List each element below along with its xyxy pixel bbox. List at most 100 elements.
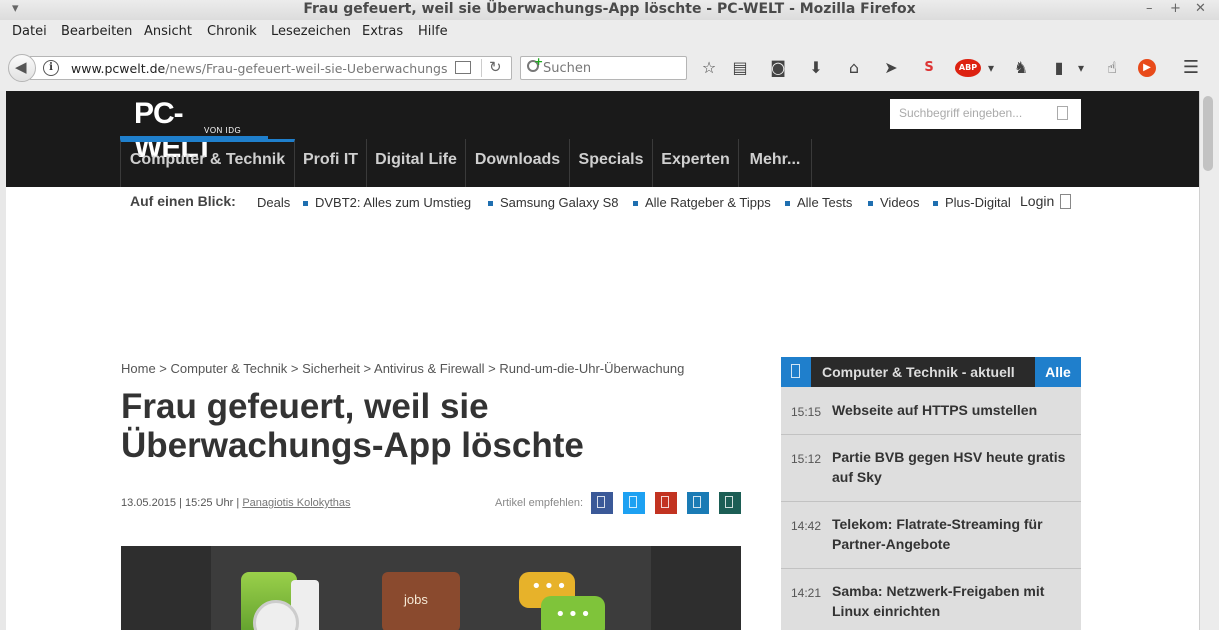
share-twitter-button[interactable] bbox=[623, 492, 645, 514]
share-xing-button[interactable] bbox=[719, 492, 741, 514]
menu-hilfe[interactable]: Hilfe bbox=[418, 24, 448, 39]
quick-link-galaxy-s8[interactable]: Samsung Galaxy S8 bbox=[500, 195, 619, 210]
maximize-icon[interactable]: + bbox=[1170, 1, 1181, 16]
quick-link-videos[interactable]: Videos bbox=[880, 195, 920, 210]
news-title[interactable]: Telekom: Flatrate-Streaming für Partner-… bbox=[832, 514, 1072, 554]
sidebar-title: Computer & Technik - aktuell bbox=[822, 364, 1015, 380]
news-time: 14:42 bbox=[791, 519, 822, 533]
wallet-icon: jobs bbox=[382, 572, 460, 630]
send-icon[interactable]: ➤ bbox=[880, 58, 902, 78]
url-separator bbox=[481, 59, 482, 77]
url-text[interactable]: www.pcwelt.de/news/Frau-gefeuert-weil-si… bbox=[71, 61, 448, 76]
back-button[interactable]: ◀ bbox=[8, 54, 36, 82]
sidebar-news-item[interactable]: 15:12 Partie BVB gegen HSV heute gratis … bbox=[781, 435, 1081, 502]
play-addon-icon[interactable]: ▶ bbox=[1138, 59, 1156, 77]
noscript-icon[interactable]: ☝ bbox=[1101, 58, 1123, 78]
quick-link-plus-digital[interactable]: Plus-Digital bbox=[945, 195, 1011, 210]
share-linkedin-button[interactable] bbox=[687, 492, 709, 514]
nav-experten[interactable]: Experten bbox=[653, 139, 739, 187]
menu-datei[interactable]: Datei bbox=[12, 24, 47, 39]
site-search-box[interactable] bbox=[890, 99, 1081, 129]
url-bar[interactable]: i www.pcwelt.de/news/Frau-gefeuert-weil-… bbox=[30, 56, 512, 80]
addon-s-icon[interactable]: S bbox=[918, 58, 940, 78]
bullet-icon bbox=[303, 201, 308, 206]
sidebar-header-icon bbox=[781, 357, 811, 387]
nav-downloads[interactable]: Downloads bbox=[466, 139, 570, 187]
chat-dots: ••• bbox=[555, 604, 593, 625]
site-info-icon[interactable]: i bbox=[43, 60, 59, 76]
sidebar-all-link[interactable]: Alle bbox=[1035, 357, 1081, 387]
login-link[interactable]: Login bbox=[1020, 193, 1054, 209]
nav-specials[interactable]: Specials bbox=[570, 139, 653, 187]
pocket-icon[interactable]: ◙ bbox=[767, 58, 789, 78]
login-icon[interactable] bbox=[1060, 194, 1071, 209]
menu-bar: Datei Bearbeiten Ansicht Chronik Lesezei… bbox=[0, 20, 1219, 44]
bullet-icon bbox=[933, 201, 938, 206]
window-title: Frau gefeuert, weil sie Überwachungs-App… bbox=[303, 1, 916, 17]
quick-link-ratgeber[interactable]: Alle Ratgeber & Tipps bbox=[645, 195, 771, 210]
share-googleplus-button[interactable] bbox=[655, 492, 677, 514]
reader-view-icon[interactable] bbox=[455, 61, 471, 74]
pcwelt-logo[interactable]: PC-WELT VON IDG bbox=[130, 97, 252, 164]
news-time: 15:15 bbox=[791, 405, 822, 419]
url-path: /news/Frau-gefeuert-weil-sie-Ueberwachun… bbox=[165, 61, 448, 76]
googleplus-icon bbox=[661, 496, 669, 508]
minimize-icon[interactable]: – bbox=[1146, 1, 1153, 16]
downloads-icon[interactable]: ⬇ bbox=[805, 58, 827, 78]
news-title[interactable]: Partie BVB gegen HSV heute gratis auf Sk… bbox=[832, 447, 1072, 487]
site-search-icon[interactable] bbox=[1057, 106, 1068, 120]
nav-mehr[interactable]: Mehr... bbox=[739, 139, 812, 187]
news-title[interactable]: Samba: Netzwerk-Freigaben mit Linux einr… bbox=[832, 581, 1072, 621]
chat-dots: ••• bbox=[531, 576, 569, 597]
menu-chronik[interactable]: Chronik bbox=[207, 24, 257, 39]
quick-link-deals[interactable]: Deals bbox=[257, 195, 290, 210]
bullet-icon bbox=[785, 201, 790, 206]
bullet-icon bbox=[633, 201, 638, 206]
browser-search-input[interactable] bbox=[543, 59, 683, 77]
article-meta: 13.05.2015 | 15:25 Uhr | Panagiotis Kolo… bbox=[121, 497, 351, 509]
twitter-icon bbox=[629, 496, 637, 508]
bookmarks-menu-icon[interactable]: ▤ bbox=[729, 58, 751, 78]
breadcrumb[interactable]: Home > Computer & Technik > Sicherheit >… bbox=[121, 361, 684, 376]
hamburger-menu-icon[interactable]: ☰ bbox=[1180, 58, 1202, 78]
browser-search-box[interactable]: + bbox=[520, 55, 687, 80]
sidebar-news-item[interactable]: 14:21 Samba: Netzwerk-Freigaben mit Linu… bbox=[781, 569, 1081, 630]
sidebar-news-item[interactable]: 14:42 Telekom: Flatrate-Streaming für Pa… bbox=[781, 502, 1081, 569]
adblock-dropdown-icon[interactable]: ▾ bbox=[980, 58, 1002, 78]
quick-link-dvbt2[interactable]: DVBT2: Alles zum Umstieg bbox=[315, 195, 471, 210]
menu-bearbeiten[interactable]: Bearbeiten bbox=[61, 24, 132, 39]
reload-icon[interactable]: ↻ bbox=[489, 58, 502, 76]
menu-extras[interactable]: Extras bbox=[362, 24, 403, 39]
close-icon[interactable]: ✕ bbox=[1195, 1, 1206, 16]
quick-link-tests[interactable]: Alle Tests bbox=[797, 195, 852, 210]
bullet-icon bbox=[488, 201, 493, 206]
site-search-input[interactable] bbox=[899, 106, 1049, 120]
adblock-plus-icon[interactable]: ABP bbox=[955, 59, 981, 77]
extension-icon[interactable]: ♞ bbox=[1010, 58, 1032, 78]
share-label: Artikel empfehlen: bbox=[495, 497, 584, 509]
news-time: 14:21 bbox=[791, 586, 822, 600]
bullet-icon bbox=[868, 201, 873, 206]
home-icon[interactable]: ⌂ bbox=[843, 58, 865, 78]
facebook-icon bbox=[597, 496, 605, 508]
back-arrow-icon: ◀ bbox=[15, 58, 27, 76]
nav-computer-technik[interactable]: Computer & Technik bbox=[120, 139, 295, 187]
quick-links-label: Auf einen Blick: bbox=[130, 193, 236, 209]
page-scrollbar[interactable] bbox=[1199, 91, 1219, 630]
window-titlebar: ▾ Frau gefeuert, weil sie Überwachungs-A… bbox=[0, 0, 1219, 20]
sidebar-news-item[interactable]: 15:15 Webseite auf HTTPS umstellen bbox=[781, 387, 1081, 435]
menu-lesezeichen[interactable]: Lesezeichen bbox=[271, 24, 351, 39]
menu-ansicht[interactable]: Ansicht bbox=[144, 24, 192, 39]
navigation-toolbar: i www.pcwelt.de/news/Frau-gefeuert-weil-… bbox=[0, 44, 1219, 92]
clipboard-dropdown-icon[interactable]: ▾ bbox=[1070, 58, 1092, 78]
scrollbar-thumb[interactable] bbox=[1203, 96, 1213, 171]
share-facebook-button[interactable] bbox=[591, 492, 613, 514]
news-title[interactable]: Webseite auf HTTPS umstellen bbox=[832, 400, 1072, 420]
nav-digital-life[interactable]: Digital Life bbox=[367, 139, 466, 187]
nav-profi-it[interactable]: Profi IT bbox=[295, 139, 367, 187]
linkedin-icon bbox=[693, 496, 701, 508]
clipboard-icon[interactable]: ▮ bbox=[1048, 58, 1070, 78]
bookmark-star-icon[interactable]: ☆ bbox=[698, 58, 720, 78]
article-date: 13.05.2015 | 15:25 Uhr | bbox=[121, 497, 243, 509]
author-link[interactable]: Panagiotis Kolokythas bbox=[242, 497, 350, 509]
